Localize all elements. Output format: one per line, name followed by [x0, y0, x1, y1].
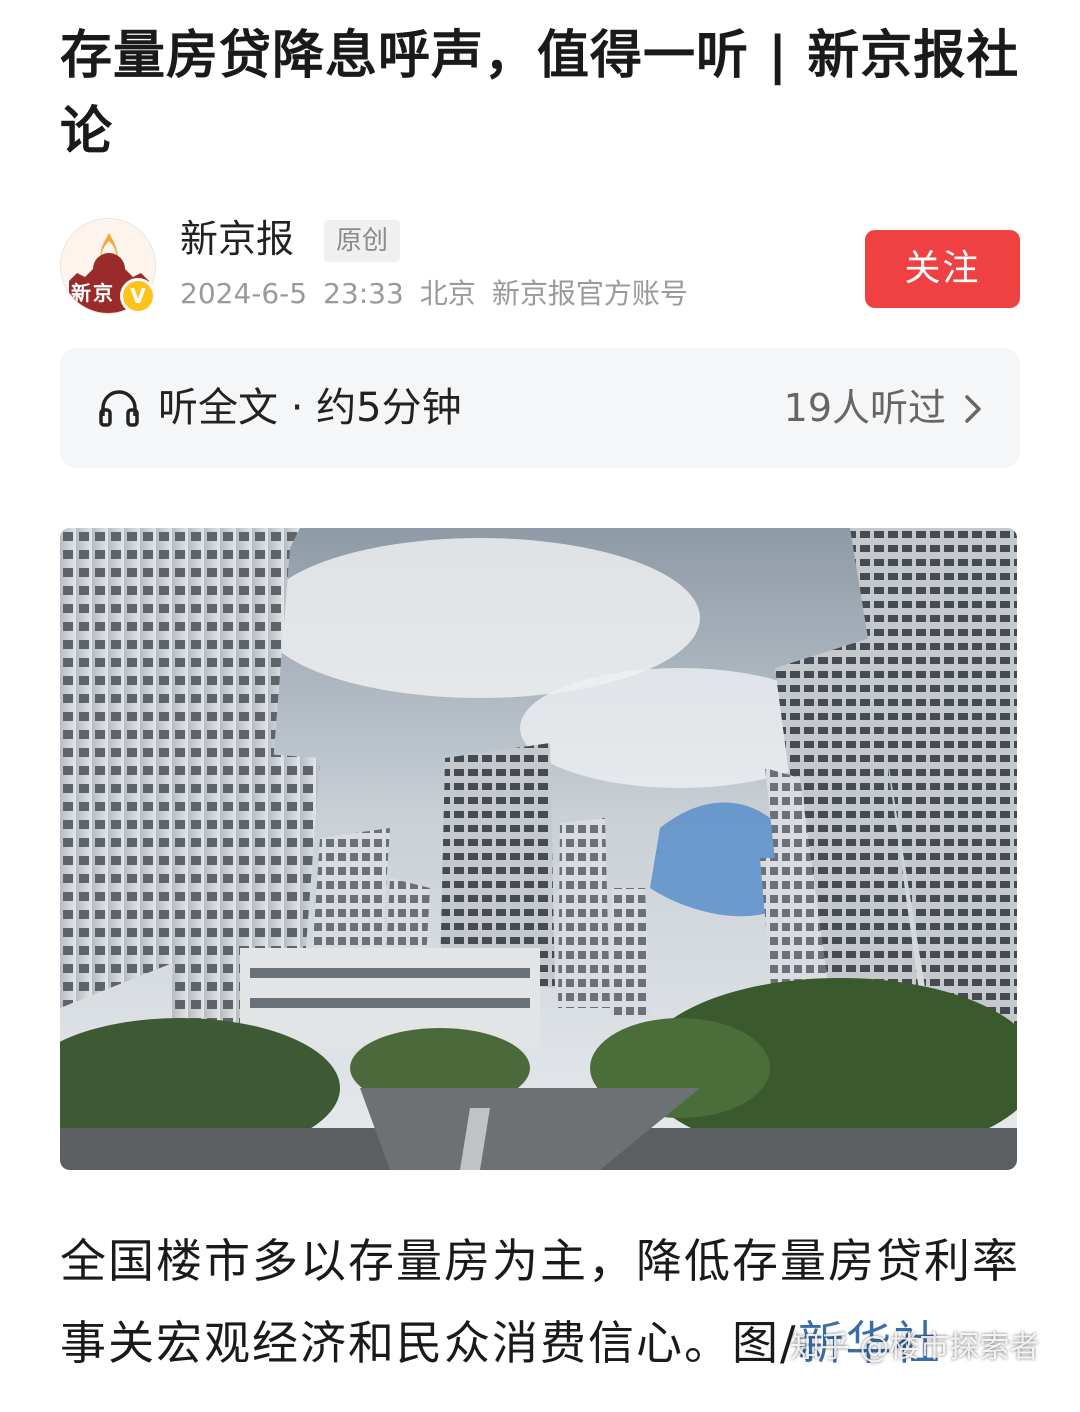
chevron-right-icon	[965, 395, 981, 423]
listen-count: 19人听过	[783, 386, 946, 430]
author-name[interactable]: 新京报	[180, 214, 294, 264]
listen-full-text-bar[interactable]: 听全文 · 约5分钟 19人听过	[60, 348, 1020, 468]
original-tag: 原创	[324, 220, 401, 262]
article-photo[interactable]	[60, 528, 1017, 1170]
post-date: 2024-6-5	[180, 277, 308, 310]
author-row: 新京 V 新京报 原创 2024-6-5 23:33 北京 新京报官方账号 关注	[60, 214, 1020, 314]
article-title: 存量房贷降息呼声，值得一听 | 新京报社论	[60, 26, 1020, 162]
headphone-icon	[99, 390, 139, 427]
article-page: 存量房贷降息呼声，值得一听 | 新京报社论 新京 V 新京报 原创 2024-6…	[0, 0, 1080, 1412]
city-buildings-image	[60, 528, 1017, 1170]
post-location: 北京	[419, 277, 476, 310]
watermark: 知乎 @楼市探索者	[790, 1330, 1040, 1365]
post-meta: 2024-6-5 23:33 北京 新京报官方账号	[180, 276, 704, 312]
post-time: 23:33	[323, 277, 404, 310]
verified-badge-icon: V	[120, 278, 156, 314]
listen-label: 听全文 · 约5分钟	[158, 385, 462, 431]
avatar-text: 新京	[71, 281, 115, 305]
account-type: 新京报官方账号	[491, 277, 688, 310]
follow-button[interactable]: 关注	[865, 230, 1020, 308]
